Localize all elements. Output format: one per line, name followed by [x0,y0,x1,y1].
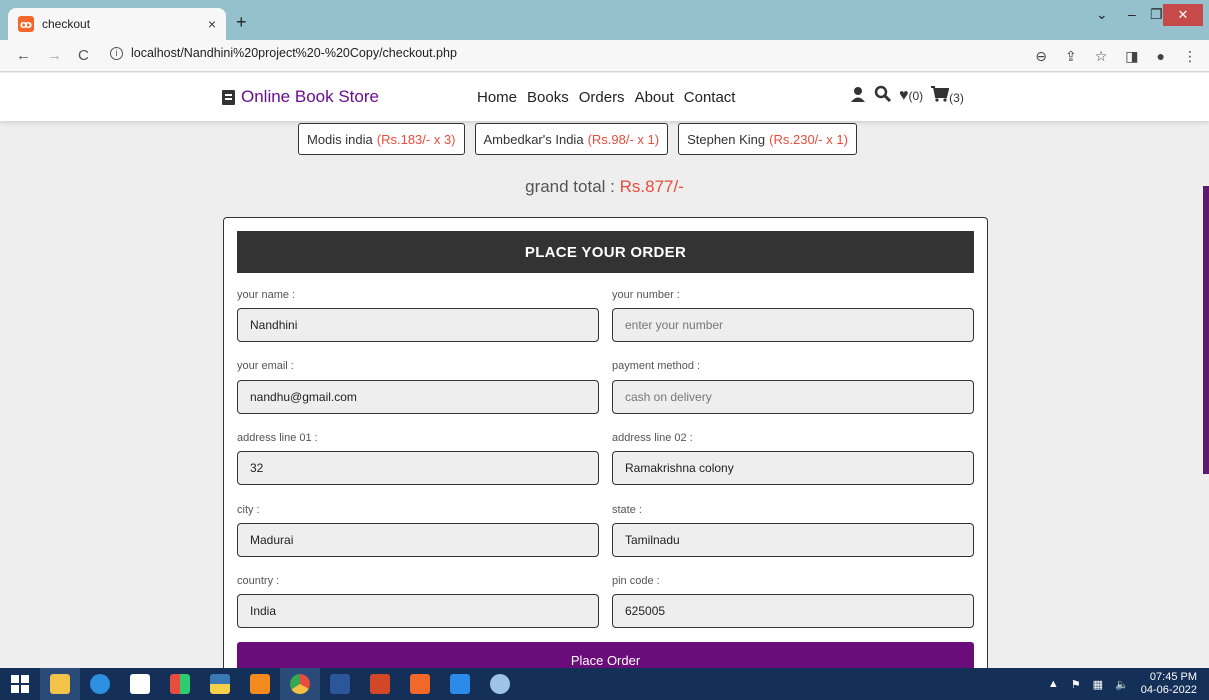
clock-time: 07:45 PM [1149,671,1197,683]
header-icons: ♥(0) (3) [850,85,964,107]
browser-tab-strip: ꝏ checkout × + ⌄ – ❐ ✕ [0,0,1209,40]
profile-icon[interactable]: ● [1157,48,1165,65]
xampp-icon[interactable] [400,668,440,700]
back-arrow-icon[interactable]: ← [16,47,31,64]
nav-about[interactable]: About [635,89,674,106]
city-input[interactable]: Madurai [237,523,599,557]
address2-label: address line 02 : [612,432,693,444]
volume-icon[interactable]: 🔈 [1115,678,1129,691]
reload-icon[interactable]: C [78,47,89,64]
pin-code-input[interactable]: 625005 [612,594,974,628]
site-header: Online Book Store Home Books Orders Abou… [0,73,1209,121]
system-tray: ▲ ⚑ ▦ 🔈 07:45 PM 04-06-2022 [1048,668,1197,700]
tab-close-icon[interactable]: × [208,16,216,32]
state-input[interactable]: Tamilnadu [612,523,974,557]
taskbar-clock[interactable]: 07:45 PM 04-06-2022 [1141,671,1197,697]
search-icon[interactable] [874,85,892,107]
order-item-price: (Rs.98/- x 1) [587,131,660,147]
url-text: localhost/Nandhini%20project%20-%20Copy/… [131,46,457,60]
nav-contact[interactable]: Contact [684,89,736,106]
tray-up-arrow-icon[interactable]: ▲ [1048,678,1059,690]
order-item-name: Ambedkar's India [483,131,584,147]
name-label: your name : [237,289,296,301]
tab-title: checkout [42,17,91,31]
cart-count: (3) [949,90,964,105]
wishlist-heart-icon[interactable]: ♥(0) [899,87,923,105]
state-label: state : [612,504,642,516]
checkout-form: PLACE YOUR ORDER your name : Nandhini yo… [223,217,988,677]
tab-search-chevron-icon[interactable]: ⌄ [1096,6,1108,23]
payment-method-select[interactable]: cash on delivery [612,380,974,414]
pin-code-label: pin code : [612,575,660,587]
close-window-button[interactable]: ✕ [1163,4,1203,26]
form-title: PLACE YOUR ORDER [237,231,974,273]
bookmark-star-icon[interactable]: ☆ [1095,48,1108,65]
grand-total-label: grand total : [525,177,620,196]
payment-method-label: payment method : [612,360,701,372]
order-item-price: (Rs.183/- x 3) [376,131,456,147]
grand-total-value: Rs.877/- [619,177,684,196]
email-input[interactable]: nandhu@gmail.com [237,380,599,414]
sublime-text-icon[interactable] [240,668,280,700]
python-icon[interactable] [200,668,240,700]
browser-tab[interactable]: ꝏ checkout × [8,8,226,40]
nav-books[interactable]: Books [527,89,569,106]
grand-total: grand total : Rs.877/- [0,177,1209,197]
order-item: Stephen King (Rs.230/- x 1) [678,123,857,155]
order-item: Modis india (Rs.183/- x 3) [298,123,465,155]
order-item-name: Stephen King [687,131,766,147]
order-item: Ambedkar's India (Rs.98/- x 1) [474,123,669,155]
site-logo[interactable]: Online Book Store [222,87,379,107]
internet-explorer-icon[interactable] [80,668,120,700]
name-input[interactable]: Nandhini [237,308,599,342]
order-item-price: (Rs.230/- x 1) [769,131,848,147]
restore-button[interactable]: ❐ [1150,6,1163,23]
vscode-icon[interactable] [440,668,480,700]
chrome-icon[interactable] [280,668,320,700]
clock-date: 04-06-2022 [1140,684,1197,696]
user-icon[interactable] [850,86,866,107]
book-icon [222,89,235,105]
order-items: Modis india (Rs.183/- x 3) Ambedkar's In… [298,123,857,155]
browser-toolbar: ← → C i localhost/Nandhini%20project%20-… [0,40,1209,72]
windows-taskbar: ▲ ⚑ ▦ 🔈 07:45 PM 04-06-2022 [0,668,1209,700]
site-info-icon[interactable]: i [110,46,123,60]
share-icon[interactable]: ⇪ [1065,48,1077,65]
powerpoint-icon[interactable] [360,668,400,700]
logo-text: Online Book Store [241,87,379,106]
address1-input[interactable]: 32 [237,451,599,485]
address2-input[interactable]: Ramakrishna colony [612,451,974,485]
page-scroll-accent [1203,186,1209,474]
network-icon[interactable]: ▦ [1093,678,1103,691]
main-nav: Home Books Orders About Contact [477,89,735,106]
number-label: your number : [612,289,680,301]
number-input[interactable]: enter your number [612,308,974,342]
city-label: city : [237,504,260,516]
new-tab-button[interactable]: + [236,12,247,33]
word-icon[interactable] [320,668,360,700]
nav-orders[interactable]: Orders [579,89,625,106]
country-label: country : [237,575,280,587]
address1-label: address line 01 : [237,432,318,444]
zoom-icon[interactable]: ⊖ [1035,48,1047,65]
forward-arrow-icon[interactable]: → [47,47,62,64]
address-bar[interactable]: i localhost/Nandhini%20project%20-%20Cop… [110,46,457,60]
cart-icon[interactable]: (3) [931,85,964,107]
tray-flag-icon[interactable]: ⚑ [1071,678,1081,691]
paint-icon[interactable] [480,668,520,700]
store-icon[interactable] [120,668,160,700]
nav-home[interactable]: Home [477,89,517,106]
country-input[interactable]: India [237,594,599,628]
start-windows-icon[interactable] [0,668,40,700]
email-label: your email : [237,360,294,372]
order-item-name: Modis india [307,131,373,147]
file-explorer-icon[interactable] [40,668,80,700]
color-app-icon[interactable] [160,668,200,700]
xampp-favicon-icon: ꝏ [18,16,34,32]
minimize-button[interactable]: – [1128,6,1136,22]
wishlist-count: (0) [908,89,924,103]
menu-kebab-icon[interactable]: ⋮ [1183,48,1197,65]
sidebar-icon[interactable]: ◨ [1125,48,1138,65]
